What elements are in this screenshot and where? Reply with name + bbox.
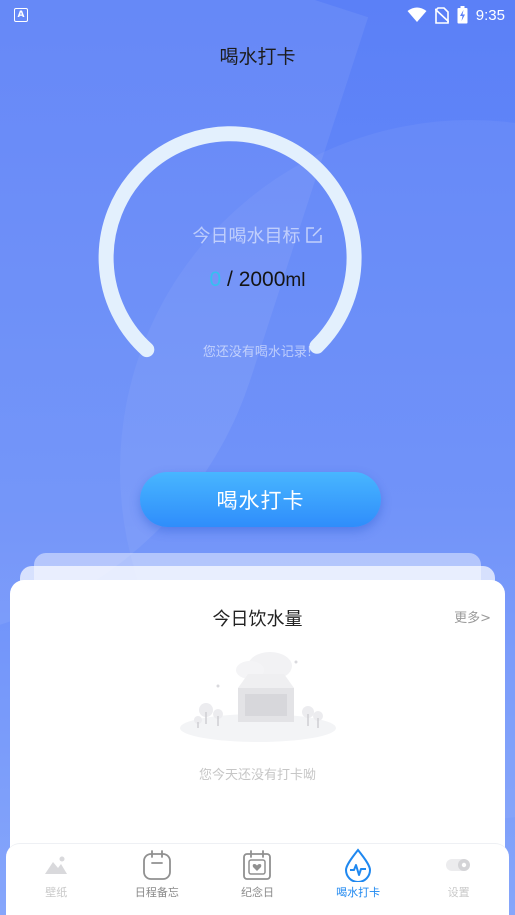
clock: 9:35 [475, 6, 505, 24]
status-bar: A 9:35 [0, 0, 515, 30]
check-in-button[interactable]: 喝水打卡 [140, 472, 381, 527]
amount-unit: ml [285, 270, 306, 291]
empty-box-illustration [180, 652, 336, 742]
card-title: 今日饮水量 [212, 609, 303, 630]
target-amount: 2000 [238, 268, 286, 291]
mountain-image-icon [45, 856, 68, 874]
page-title: 喝水打卡 [219, 46, 296, 68]
current-amount: 0 [209, 268, 222, 291]
tab-label: 纪念日 [240, 886, 274, 899]
tab-settings[interactable]: 设置 [409, 848, 509, 900]
no-record-text: 您还没有喝水记录! [202, 345, 313, 360]
bottom-tab-bar: 壁纸 日程备忘 纪念日 喝水打卡 设置 [6, 843, 509, 915]
tab-wallpaper[interactable]: 壁纸 [6, 848, 106, 900]
goal-row[interactable]: 今日喝水目标 [0, 222, 515, 248]
tab-label: 日程备忘 [134, 886, 179, 899]
battery-charging-icon [457, 6, 468, 24]
water-drop-pulse-icon [345, 848, 372, 882]
calendar-icon [142, 850, 171, 880]
tab-anniversary[interactable]: 纪念日 [207, 848, 307, 900]
tab-water-checkin[interactable]: 喝水打卡 [308, 848, 408, 900]
heart-calendar-icon [243, 850, 272, 880]
edit-icon[interactable] [305, 226, 323, 244]
app-notification-icon: A [14, 8, 28, 22]
status-right: 9:35 [407, 6, 505, 24]
no-sim-icon [434, 6, 449, 24]
tab-label: 壁纸 [45, 886, 68, 899]
tab-label: 喝水打卡 [336, 886, 381, 899]
status-left: A [14, 8, 28, 22]
amount-separator: / [221, 268, 239, 291]
tab-label: 设置 [447, 886, 470, 899]
gear-icon [445, 859, 470, 871]
empty-state-text: 您今天还没有打卡呦 [198, 768, 316, 783]
goal-label: 今日喝水目标 [192, 226, 301, 247]
wifi-icon [407, 7, 427, 22]
more-link[interactable]: 更多> [454, 607, 491, 626]
water-amount: 0 / 2000ml [0, 268, 515, 292]
tab-schedule[interactable]: 日程备忘 [107, 848, 207, 900]
